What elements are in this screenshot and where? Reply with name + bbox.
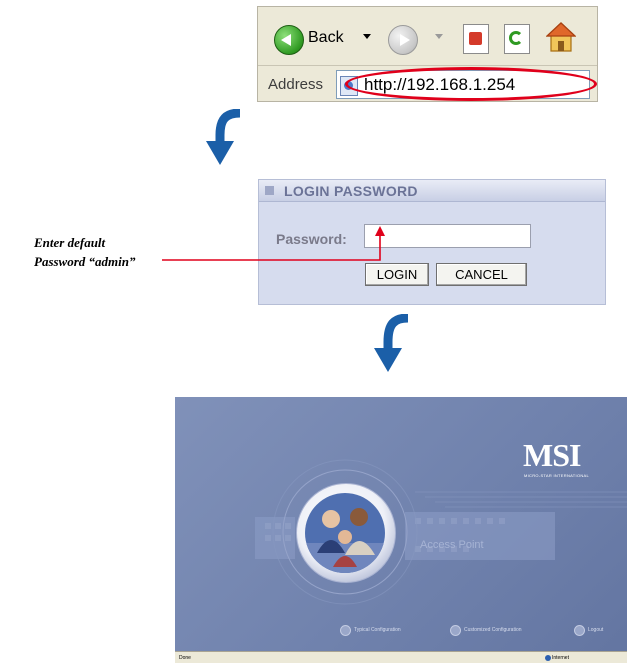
msi-main-screen: MSI MICRO-STAR INTERNATIONAL Access Poin…	[175, 397, 627, 663]
annotation-line-1: Enter default	[34, 235, 106, 250]
customized-config-icon[interactable]	[450, 625, 461, 636]
annotation-line-2: Password “admin”	[34, 254, 136, 269]
msi-subtitle: MICRO-STAR INTERNATIONAL	[524, 473, 590, 478]
msi-logo: MSI	[523, 437, 581, 473]
zone-text: Internet	[552, 655, 569, 661]
nav-logout[interactable]: Logout	[588, 625, 603, 635]
nav-customized-configuration[interactable]: Customized Configuration	[464, 625, 522, 635]
nav-typical-configuration[interactable]: Typical Configuration	[354, 625, 401, 635]
down-arrow-icon	[374, 314, 409, 372]
status-bar: Done Internet	[175, 651, 627, 663]
logout-icon[interactable]	[574, 625, 585, 636]
typical-config-icon[interactable]	[340, 625, 351, 636]
bottom-nav: Typical Configuration Customized Configu…	[340, 625, 625, 639]
status-text: Done	[179, 655, 191, 661]
product-label: Access Point	[420, 539, 484, 551]
people-photo-image	[305, 493, 385, 573]
internet-zone-icon	[545, 655, 551, 661]
